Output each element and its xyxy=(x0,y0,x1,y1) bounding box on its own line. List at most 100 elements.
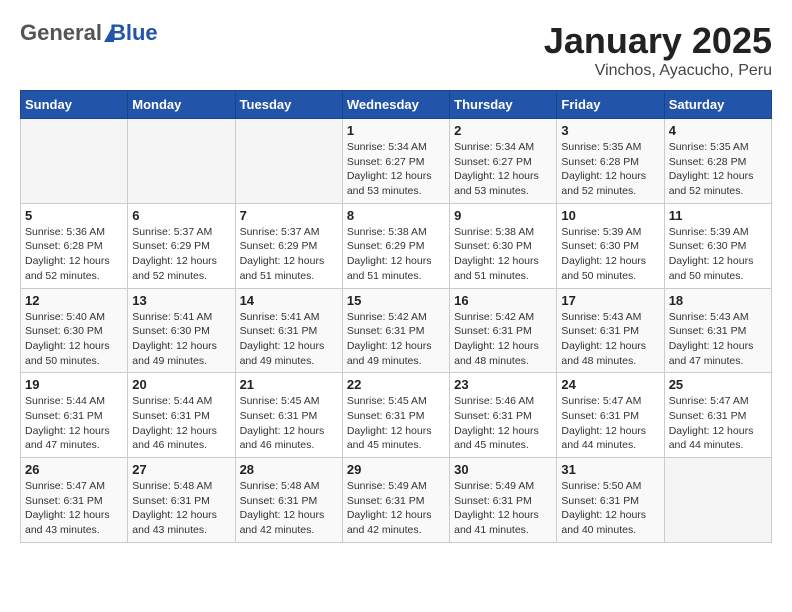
calendar-cell: 3 Sunrise: 5:35 AM Sunset: 6:28 PM Daylig… xyxy=(557,119,664,204)
page-header: General Blue January 2025 Vinchos, Ayacu… xyxy=(20,20,772,80)
day-number: 6 xyxy=(132,208,230,223)
day-number: 16 xyxy=(454,293,552,308)
day-info: Sunrise: 5:41 AM Sunset: 6:30 PM Dayligh… xyxy=(132,310,230,369)
week-row-3: 12 Sunrise: 5:40 AM Sunset: 6:30 PM Dayli… xyxy=(21,288,772,373)
day-info: Sunrise: 5:35 AM Sunset: 6:28 PM Dayligh… xyxy=(561,140,659,199)
day-number: 30 xyxy=(454,462,552,477)
day-info: Sunrise: 5:47 AM Sunset: 6:31 PM Dayligh… xyxy=(669,394,767,453)
day-number: 2 xyxy=(454,123,552,138)
calendar-cell: 11 Sunrise: 5:39 AM Sunset: 6:30 PM Dayli… xyxy=(664,203,771,288)
day-info: Sunrise: 5:37 AM Sunset: 6:29 PM Dayligh… xyxy=(240,225,338,284)
day-info: Sunrise: 5:36 AM Sunset: 6:28 PM Dayligh… xyxy=(25,225,123,284)
day-number: 15 xyxy=(347,293,445,308)
calendar-cell: 31 Sunrise: 5:50 AM Sunset: 6:31 PM Dayli… xyxy=(557,458,664,543)
calendar-cell: 13 Sunrise: 5:41 AM Sunset: 6:30 PM Dayli… xyxy=(128,288,235,373)
day-number: 11 xyxy=(669,208,767,223)
day-number: 25 xyxy=(669,377,767,392)
week-row-2: 5 Sunrise: 5:36 AM Sunset: 6:28 PM Daylig… xyxy=(21,203,772,288)
day-number: 18 xyxy=(669,293,767,308)
day-number: 7 xyxy=(240,208,338,223)
day-info: Sunrise: 5:46 AM Sunset: 6:31 PM Dayligh… xyxy=(454,394,552,453)
calendar-cell xyxy=(128,119,235,204)
day-info: Sunrise: 5:39 AM Sunset: 6:30 PM Dayligh… xyxy=(669,225,767,284)
calendar-cell: 15Sunrise: 5:42 AM Sunset: 6:31 PM Dayli… xyxy=(342,288,449,373)
calendar-cell: 6 Sunrise: 5:37 AM Sunset: 6:29 PM Daylig… xyxy=(128,203,235,288)
calendar-cell: 20 Sunrise: 5:44 AM Sunset: 6:31 PM Dayli… xyxy=(128,373,235,458)
calendar-cell: 29Sunrise: 5:49 AM Sunset: 6:31 PM Dayli… xyxy=(342,458,449,543)
calendar-cell: 8 Sunrise: 5:38 AM Sunset: 6:29 PM Daylig… xyxy=(342,203,449,288)
logo-general: General xyxy=(20,20,102,46)
calendar-cell: 9 Sunrise: 5:38 AM Sunset: 6:30 PM Daylig… xyxy=(450,203,557,288)
day-info: Sunrise: 5:37 AM Sunset: 6:29 PM Dayligh… xyxy=(132,225,230,284)
day-info: Sunrise: 5:34 AM Sunset: 6:27 PM Dayligh… xyxy=(454,140,552,199)
day-number: 9 xyxy=(454,208,552,223)
day-number: 1 xyxy=(347,123,445,138)
day-number: 24 xyxy=(561,377,659,392)
calendar-cell: 18 Sunrise: 5:43 AM Sunset: 6:31 PM Dayli… xyxy=(664,288,771,373)
day-info: Sunrise: 5:48 AM Sunset: 6:31 PM Dayligh… xyxy=(132,479,230,538)
day-info: Sunrise: 5:39 AM Sunset: 6:30 PM Dayligh… xyxy=(561,225,659,284)
header-wednesday: Wednesday xyxy=(342,91,449,119)
page-subtitle: Vinchos, Ayacucho, Peru xyxy=(544,62,772,80)
calendar-cell: 10 Sunrise: 5:39 AM Sunset: 6:30 PM Dayli… xyxy=(557,203,664,288)
day-info: Sunrise: 5:35 AM Sunset: 6:28 PM Dayligh… xyxy=(669,140,767,199)
day-number: 5 xyxy=(25,208,123,223)
week-row-5: 26Sunrise: 5:47 AM Sunset: 6:31 PM Dayli… xyxy=(21,458,772,543)
calendar-cell: 25 Sunrise: 5:47 AM Sunset: 6:31 PM Dayli… xyxy=(664,373,771,458)
calendar-cell: 22Sunrise: 5:45 AM Sunset: 6:31 PM Dayli… xyxy=(342,373,449,458)
calendar-cell xyxy=(664,458,771,543)
calendar-cell: 27Sunrise: 5:48 AM Sunset: 6:31 PM Dayli… xyxy=(128,458,235,543)
day-number: 28 xyxy=(240,462,338,477)
day-info: Sunrise: 5:44 AM Sunset: 6:31 PM Dayligh… xyxy=(25,394,123,453)
day-number: 8 xyxy=(347,208,445,223)
day-info: Sunrise: 5:40 AM Sunset: 6:30 PM Dayligh… xyxy=(25,310,123,369)
day-info: Sunrise: 5:49 AM Sunset: 6:31 PM Dayligh… xyxy=(347,479,445,538)
header-friday: Friday xyxy=(557,91,664,119)
calendar-cell: 1 Sunrise: 5:34 AM Sunset: 6:27 PM Daylig… xyxy=(342,119,449,204)
day-number: 3 xyxy=(561,123,659,138)
week-row-1: 1 Sunrise: 5:34 AM Sunset: 6:27 PM Daylig… xyxy=(21,119,772,204)
calendar-cell: 14 Sunrise: 5:41 AM Sunset: 6:31 PM Dayli… xyxy=(235,288,342,373)
calendar-cell: 23Sunrise: 5:46 AM Sunset: 6:31 PM Dayli… xyxy=(450,373,557,458)
day-number: 12 xyxy=(25,293,123,308)
header-saturday: Saturday xyxy=(664,91,771,119)
day-info: Sunrise: 5:43 AM Sunset: 6:31 PM Dayligh… xyxy=(669,310,767,369)
calendar-cell xyxy=(21,119,128,204)
header-thursday: Thursday xyxy=(450,91,557,119)
header-sunday: Sunday xyxy=(21,91,128,119)
day-info: Sunrise: 5:48 AM Sunset: 6:31 PM Dayligh… xyxy=(240,479,338,538)
calendar-table: SundayMondayTuesdayWednesdayThursdayFrid… xyxy=(20,90,772,543)
day-info: Sunrise: 5:42 AM Sunset: 6:31 PM Dayligh… xyxy=(454,310,552,369)
page-title: January 2025 xyxy=(544,20,772,62)
logo-blue: Blue xyxy=(110,20,158,46)
day-info: Sunrise: 5:38 AM Sunset: 6:29 PM Dayligh… xyxy=(347,225,445,284)
day-info: Sunrise: 5:47 AM Sunset: 6:31 PM Dayligh… xyxy=(561,394,659,453)
day-number: 10 xyxy=(561,208,659,223)
day-info: Sunrise: 5:50 AM Sunset: 6:31 PM Dayligh… xyxy=(561,479,659,538)
calendar-cell: 16 Sunrise: 5:42 AM Sunset: 6:31 PM Dayli… xyxy=(450,288,557,373)
header-monday: Monday xyxy=(128,91,235,119)
day-info: Sunrise: 5:34 AM Sunset: 6:27 PM Dayligh… xyxy=(347,140,445,199)
day-number: 13 xyxy=(132,293,230,308)
day-number: 17 xyxy=(561,293,659,308)
day-info: Sunrise: 5:49 AM Sunset: 6:31 PM Dayligh… xyxy=(454,479,552,538)
day-number: 31 xyxy=(561,462,659,477)
day-number: 26 xyxy=(25,462,123,477)
day-info: Sunrise: 5:38 AM Sunset: 6:30 PM Dayligh… xyxy=(454,225,552,284)
calendar-cell: 19 Sunrise: 5:44 AM Sunset: 6:31 PM Dayli… xyxy=(21,373,128,458)
day-number: 14 xyxy=(240,293,338,308)
day-number: 19 xyxy=(25,377,123,392)
day-info: Sunrise: 5:45 AM Sunset: 6:31 PM Dayligh… xyxy=(347,394,445,453)
calendar-cell: 30 Sunrise: 5:49 AM Sunset: 6:31 PM Dayli… xyxy=(450,458,557,543)
day-number: 21 xyxy=(240,377,338,392)
calendar-cell: 12 Sunrise: 5:40 AM Sunset: 6:30 PM Dayli… xyxy=(21,288,128,373)
day-info: Sunrise: 5:44 AM Sunset: 6:31 PM Dayligh… xyxy=(132,394,230,453)
logo-text: General Blue xyxy=(20,20,158,46)
day-info: Sunrise: 5:41 AM Sunset: 6:31 PM Dayligh… xyxy=(240,310,338,369)
day-number: 20 xyxy=(132,377,230,392)
logo: General Blue xyxy=(20,20,158,46)
calendar-cell: 17Sunrise: 5:43 AM Sunset: 6:31 PM Dayli… xyxy=(557,288,664,373)
calendar-cell: 24 Sunrise: 5:47 AM Sunset: 6:31 PM Dayli… xyxy=(557,373,664,458)
calendar-cell: 21Sunrise: 5:45 AM Sunset: 6:31 PM Dayli… xyxy=(235,373,342,458)
header-tuesday: Tuesday xyxy=(235,91,342,119)
